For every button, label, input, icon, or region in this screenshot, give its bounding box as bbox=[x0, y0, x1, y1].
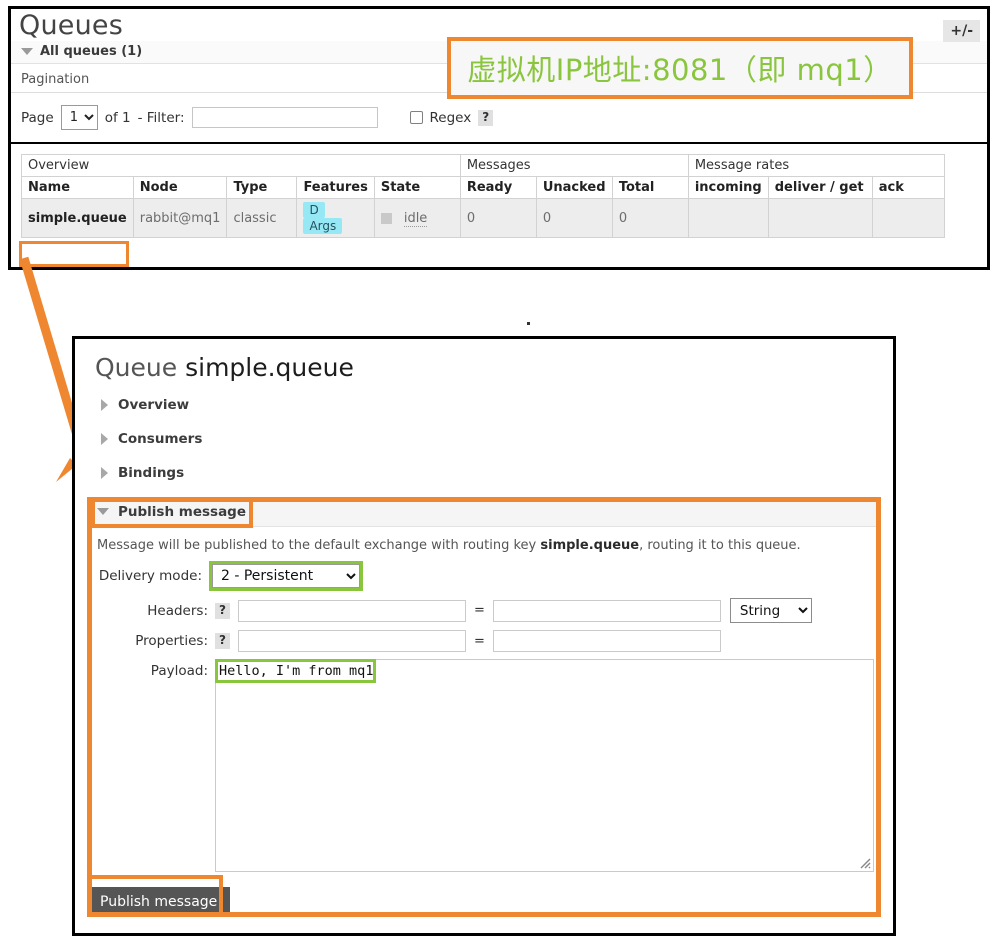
feature-badge-durable: D bbox=[303, 202, 325, 219]
queue-unacked: 0 bbox=[535, 198, 613, 239]
properties-value-input[interactable] bbox=[492, 630, 721, 652]
queue-type: classic bbox=[226, 198, 298, 239]
properties-label: Properties: bbox=[135, 633, 208, 649]
page-select[interactable]: 1 bbox=[60, 105, 98, 131]
table-group-header-row: Overview Messages Message rates bbox=[21, 154, 945, 178]
column-header-type[interactable]: Type bbox=[226, 176, 298, 200]
routing-prefix: Message will be published to the default… bbox=[97, 538, 541, 553]
publish-message-section: Publish message Message will be publishe… bbox=[87, 497, 881, 917]
properties-equals-sign: = bbox=[473, 633, 485, 649]
publish-message-header-label: Publish message bbox=[118, 503, 246, 520]
state-indicator-icon bbox=[380, 212, 392, 224]
column-header-unacked[interactable]: Unacked bbox=[535, 176, 613, 200]
column-header-node[interactable]: Node bbox=[132, 176, 228, 200]
column-header-features[interactable]: Features bbox=[296, 176, 375, 200]
group-message-rates: Message rates bbox=[687, 154, 945, 178]
queue-state: idle bbox=[373, 198, 461, 239]
queue-ready: 0 bbox=[459, 198, 537, 239]
filter-label: - Filter: bbox=[137, 109, 185, 126]
queue-name-highlight bbox=[19, 241, 129, 267]
headers-label: Headers: bbox=[147, 602, 208, 619]
routing-key-value: simple.queue bbox=[540, 538, 640, 553]
regex-label: Regex bbox=[429, 109, 472, 126]
stray-dot-artifact bbox=[527, 322, 530, 325]
column-header-ack[interactable]: ack bbox=[871, 176, 945, 200]
queue-deliver-get bbox=[767, 198, 873, 239]
headers-row: Headers: ? = String bbox=[97, 598, 881, 623]
of-pages-label: of 1 bbox=[104, 109, 131, 126]
delivery-mode-highlight: 2 - Persistent bbox=[209, 561, 363, 591]
headers-help-icon[interactable]: ? bbox=[215, 602, 230, 619]
payload-misspelled-word: Hello, bbox=[219, 663, 268, 682]
chevron-right-icon bbox=[101, 467, 108, 479]
group-messages: Messages bbox=[459, 154, 689, 178]
regex-help-icon[interactable]: ? bbox=[478, 109, 494, 126]
payload-rest-text: I'm from mq1 bbox=[267, 663, 374, 679]
regex-checkbox[interactable] bbox=[409, 111, 423, 125]
section-consumers-label: Consumers bbox=[118, 431, 203, 447]
routing-key-description: Message will be published to the default… bbox=[97, 533, 881, 561]
properties-row: Properties: ? = bbox=[97, 630, 881, 652]
table-row[interactable]: simple.queue rabbit@mq1 classic DArgs id… bbox=[21, 198, 945, 239]
chevron-right-icon bbox=[101, 433, 108, 445]
delivery-mode-select[interactable]: 2 - Persistent bbox=[212, 564, 360, 588]
queue-detail-title: Queue simple.queue bbox=[75, 339, 893, 388]
queue-incoming bbox=[687, 198, 769, 239]
page-label: Page bbox=[21, 109, 54, 126]
headers-type-select[interactable]: String bbox=[729, 598, 812, 623]
headers-equals-sign: = bbox=[473, 603, 485, 618]
section-bindings-label: Bindings bbox=[118, 465, 185, 481]
section-consumers[interactable]: Consumers bbox=[75, 422, 893, 456]
section-overview[interactable]: Overview bbox=[75, 388, 893, 422]
delivery-mode-label: Delivery mode: bbox=[98, 568, 202, 584]
headers-key-input[interactable] bbox=[237, 599, 466, 622]
screenshot-root: Queues All queues (1) Pagination Page 1 … bbox=[0, 0, 1001, 945]
column-header-deliver-get[interactable]: deliver / get bbox=[767, 176, 873, 200]
queue-title-name: simple.queue bbox=[185, 353, 354, 382]
table-header-row: Name Node Type Features State Ready Unac… bbox=[21, 176, 945, 200]
queue-features: DArgs bbox=[296, 198, 375, 239]
queues-table: Overview Messages Message rates Name Nod… bbox=[21, 154, 945, 239]
queue-name-link[interactable]: simple.queue bbox=[21, 198, 134, 239]
chevron-down-icon bbox=[21, 48, 33, 56]
toggle-columns-button[interactable]: +/- bbox=[943, 20, 980, 42]
resize-handle-icon[interactable] bbox=[859, 857, 871, 869]
chevron-right-icon bbox=[101, 399, 108, 411]
routing-suffix: , routing it to this queue. bbox=[639, 538, 801, 553]
column-header-ready[interactable]: Ready bbox=[459, 176, 537, 200]
queue-total: 0 bbox=[611, 198, 689, 239]
ip-address-annotation: 虚拟机IP地址:8081（即 mq1） bbox=[447, 37, 913, 99]
section-bindings[interactable]: Bindings bbox=[75, 456, 893, 490]
publish-message-button[interactable]: Publish message bbox=[87, 887, 231, 917]
headers-value-input[interactable] bbox=[492, 599, 721, 622]
column-header-state[interactable]: State bbox=[373, 176, 461, 200]
delivery-mode-row: Delivery mode: 2 - Persistent bbox=[97, 561, 881, 591]
publish-message-header[interactable]: Publish message bbox=[87, 497, 881, 527]
queue-ack bbox=[871, 198, 945, 239]
filter-input[interactable] bbox=[191, 107, 378, 129]
payload-textarea[interactable]: Hello, I'm from mq1 bbox=[215, 659, 874, 872]
queue-title-prefix: Queue bbox=[95, 353, 178, 382]
publish-form: Message will be published to the default… bbox=[87, 527, 881, 872]
column-header-total[interactable]: Total bbox=[611, 176, 689, 200]
properties-key-input[interactable] bbox=[237, 630, 466, 652]
payload-label: Payload: bbox=[150, 663, 208, 679]
ip-address-annotation-text: 虚拟机IP地址:8081（即 mq1） bbox=[467, 53, 893, 87]
group-overview: Overview bbox=[21, 154, 461, 178]
queue-node: rabbit@mq1 bbox=[132, 198, 228, 239]
section-overview-label: Overview bbox=[118, 397, 190, 413]
properties-help-icon[interactable]: ? bbox=[215, 633, 230, 649]
state-label: idle bbox=[403, 210, 428, 227]
all-queues-label: All queues (1) bbox=[40, 44, 143, 60]
chevron-down-icon bbox=[97, 508, 109, 515]
column-header-name[interactable]: Name bbox=[21, 176, 134, 200]
feature-badge-args: Args bbox=[303, 218, 343, 235]
pagination-controls: Page 1 of 1 - Filter: Regex ? bbox=[11, 93, 987, 145]
column-header-incoming[interactable]: incoming bbox=[687, 176, 769, 200]
publish-button-row: Publish message bbox=[87, 887, 231, 917]
payload-row: Payload: Hello, I'm from mq1 bbox=[97, 659, 881, 872]
queue-detail-panel: Queue simple.queue Overview Consumers Bi… bbox=[72, 336, 896, 936]
payload-text: Hello, I'm from mq1 bbox=[219, 663, 374, 682]
